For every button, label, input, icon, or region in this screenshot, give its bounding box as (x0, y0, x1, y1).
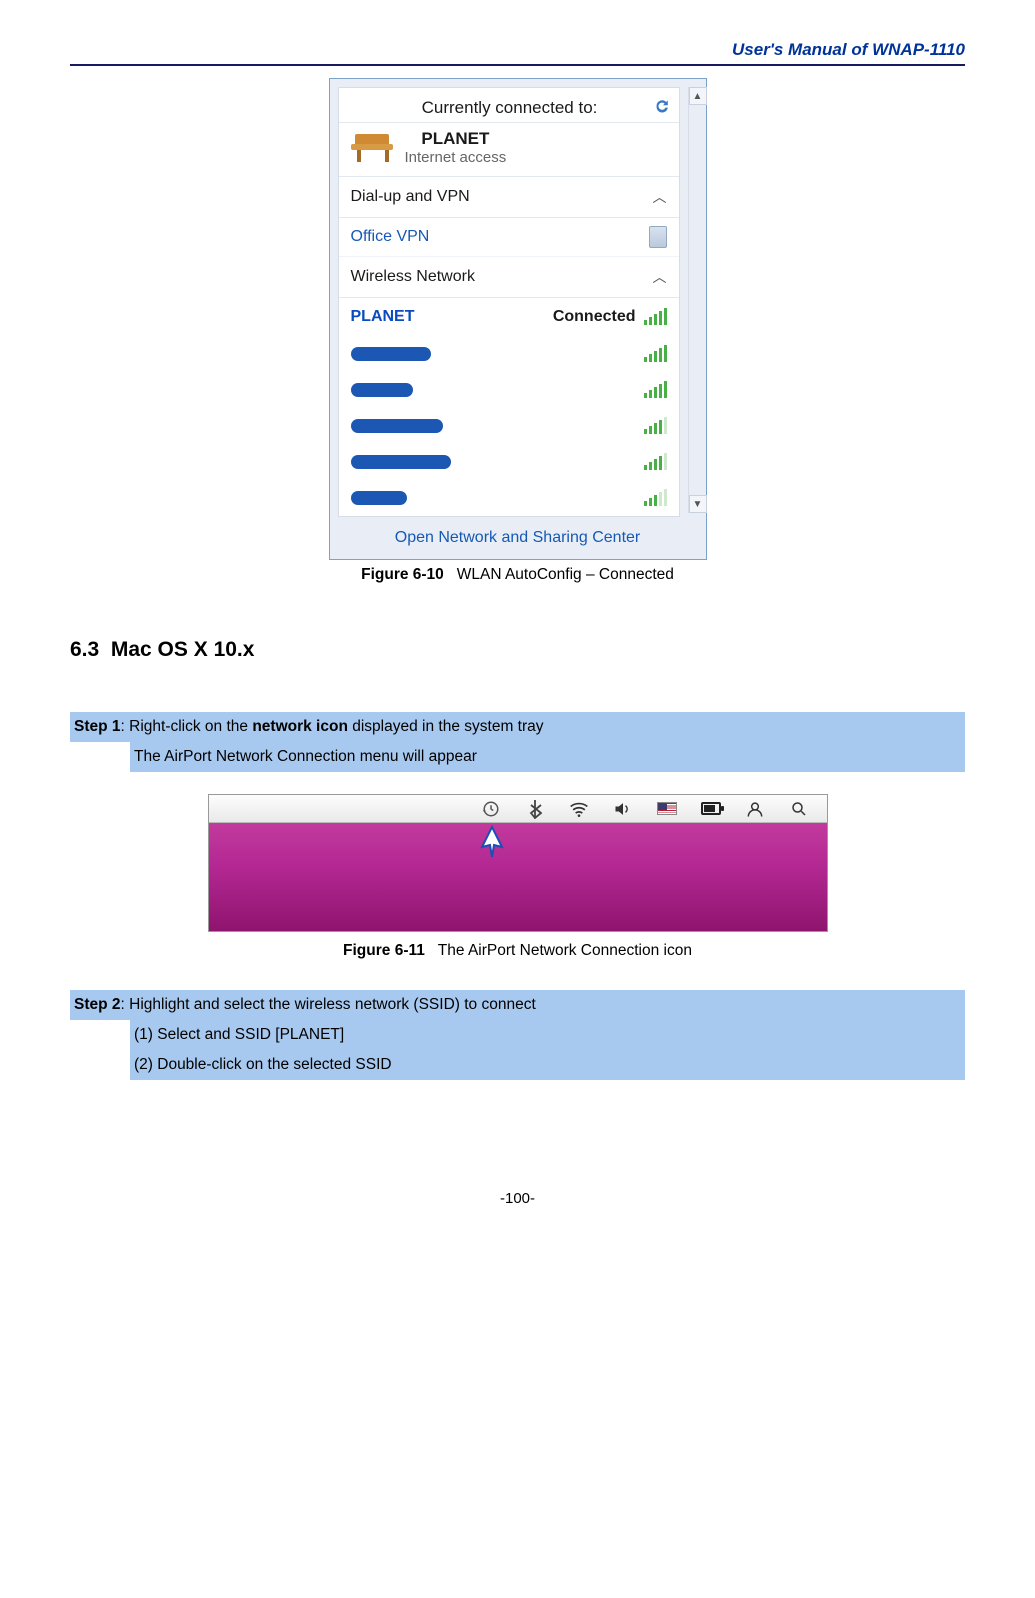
network-row[interactable] (339, 336, 679, 372)
scroll-down-icon[interactable]: ▼ (689, 495, 707, 513)
step-sub: (2) Double-click on the selected SSID (130, 1050, 965, 1080)
signal-icon (644, 418, 667, 434)
wireless-section[interactable]: Wireless Network ︿ (339, 257, 679, 298)
page-header: User's Manual of WNAP-1110 (70, 40, 965, 60)
connected-badge: Connected (553, 308, 636, 326)
redacted-ssid (351, 491, 407, 505)
section-heading: 6.3 Mac OS X 10.x (70, 638, 965, 662)
wifi-icon[interactable] (569, 801, 589, 817)
signal-icon (644, 309, 667, 325)
redacted-ssid (351, 347, 431, 361)
redacted-ssid (351, 383, 413, 397)
signal-icon (644, 490, 667, 506)
currently-connected-label: Currently connected to: (422, 98, 598, 117)
scroll-up-icon[interactable]: ▲ (689, 87, 707, 105)
flag-icon[interactable] (657, 802, 677, 815)
figure-6-11: Figure 6-11 The AirPort Network Connecti… (70, 794, 965, 960)
signal-icon (644, 346, 667, 362)
bluetooth-icon[interactable] (525, 799, 545, 819)
network-row[interactable] (339, 480, 679, 516)
connection-status: Internet access (405, 149, 507, 166)
current-connection[interactable]: PLANET Internet access (339, 123, 679, 177)
step-text: : Right-click on the (121, 718, 253, 735)
step-text: : Highlight and select the wireless netw… (121, 996, 536, 1013)
step-label: Step 2 (74, 996, 121, 1013)
page-number: -100- (70, 1190, 965, 1227)
figure-caption: Figure 6-11 The AirPort Network Connecti… (70, 942, 965, 960)
arrow-pointer-icon (478, 825, 506, 859)
section-num: 6.3 (70, 638, 99, 661)
figure-text: The AirPort Network Connection icon (438, 942, 692, 959)
battery-icon[interactable] (701, 802, 721, 815)
flyout-header: Currently connected to: (339, 88, 679, 123)
figure-label: Figure 6-10 (361, 566, 444, 583)
section-title: Mac OS X 10.x (111, 638, 255, 661)
timemachine-icon[interactable] (481, 800, 501, 818)
signal-icon (644, 382, 667, 398)
signal-icon (644, 454, 667, 470)
header-rule (70, 64, 965, 66)
step-bold: network icon (252, 718, 348, 735)
figure-label: Figure 6-11 (343, 942, 425, 959)
chevron-up-icon: ︿ (653, 187, 667, 207)
network-row[interactable] (339, 408, 679, 444)
dialup-label: Dial-up and VPN (351, 188, 470, 206)
vpn-icon (649, 226, 667, 248)
wireless-label: Wireless Network (351, 268, 475, 286)
network-row[interactable] (339, 444, 679, 480)
ssid-label: PLANET (351, 308, 415, 326)
figure-6-10: ▲ ▼ Currently connected to: PLANET (70, 78, 965, 584)
step-1-box: Step 1: Right-click on the network icon … (70, 712, 965, 772)
network-row[interactable] (339, 372, 679, 408)
scrollbar[interactable]: ▲ ▼ (688, 87, 706, 513)
redacted-ssid (351, 419, 443, 433)
refresh-icon[interactable] (653, 98, 673, 114)
scroll-thumb[interactable] (691, 109, 705, 491)
step-sub: The AirPort Network Connection menu will… (130, 742, 965, 772)
connection-name: PLANET (405, 129, 507, 149)
network-row-connected[interactable]: PLANET Connected (339, 298, 679, 336)
step-text: displayed in the system tray (348, 718, 544, 735)
bench-icon (351, 132, 395, 164)
mac-menubar (208, 794, 828, 932)
dialup-section[interactable]: Dial-up and VPN ︿ (339, 177, 679, 218)
volume-icon[interactable] (613, 801, 633, 817)
fastuser-icon[interactable] (745, 800, 765, 818)
figure-text: WLAN AutoConfig – Connected (457, 566, 674, 583)
spotlight-icon[interactable] (789, 800, 809, 818)
step-sub: (1) Select and SSID [PLANET] (130, 1020, 965, 1050)
step-2-box: Step 2: Highlight and select the wireles… (70, 990, 965, 1080)
wlan-flyout: ▲ ▼ Currently connected to: PLANET (329, 78, 707, 560)
chevron-up-icon: ︿ (653, 267, 667, 287)
step-label: Step 1 (74, 718, 121, 735)
vpn-item[interactable]: Office VPN (339, 218, 679, 257)
open-network-center-link[interactable]: Open Network and Sharing Center (330, 517, 706, 559)
vpn-label: Office VPN (351, 228, 430, 246)
redacted-ssid (351, 455, 451, 469)
figure-caption: Figure 6-10 WLAN AutoConfig – Connected (70, 566, 965, 584)
